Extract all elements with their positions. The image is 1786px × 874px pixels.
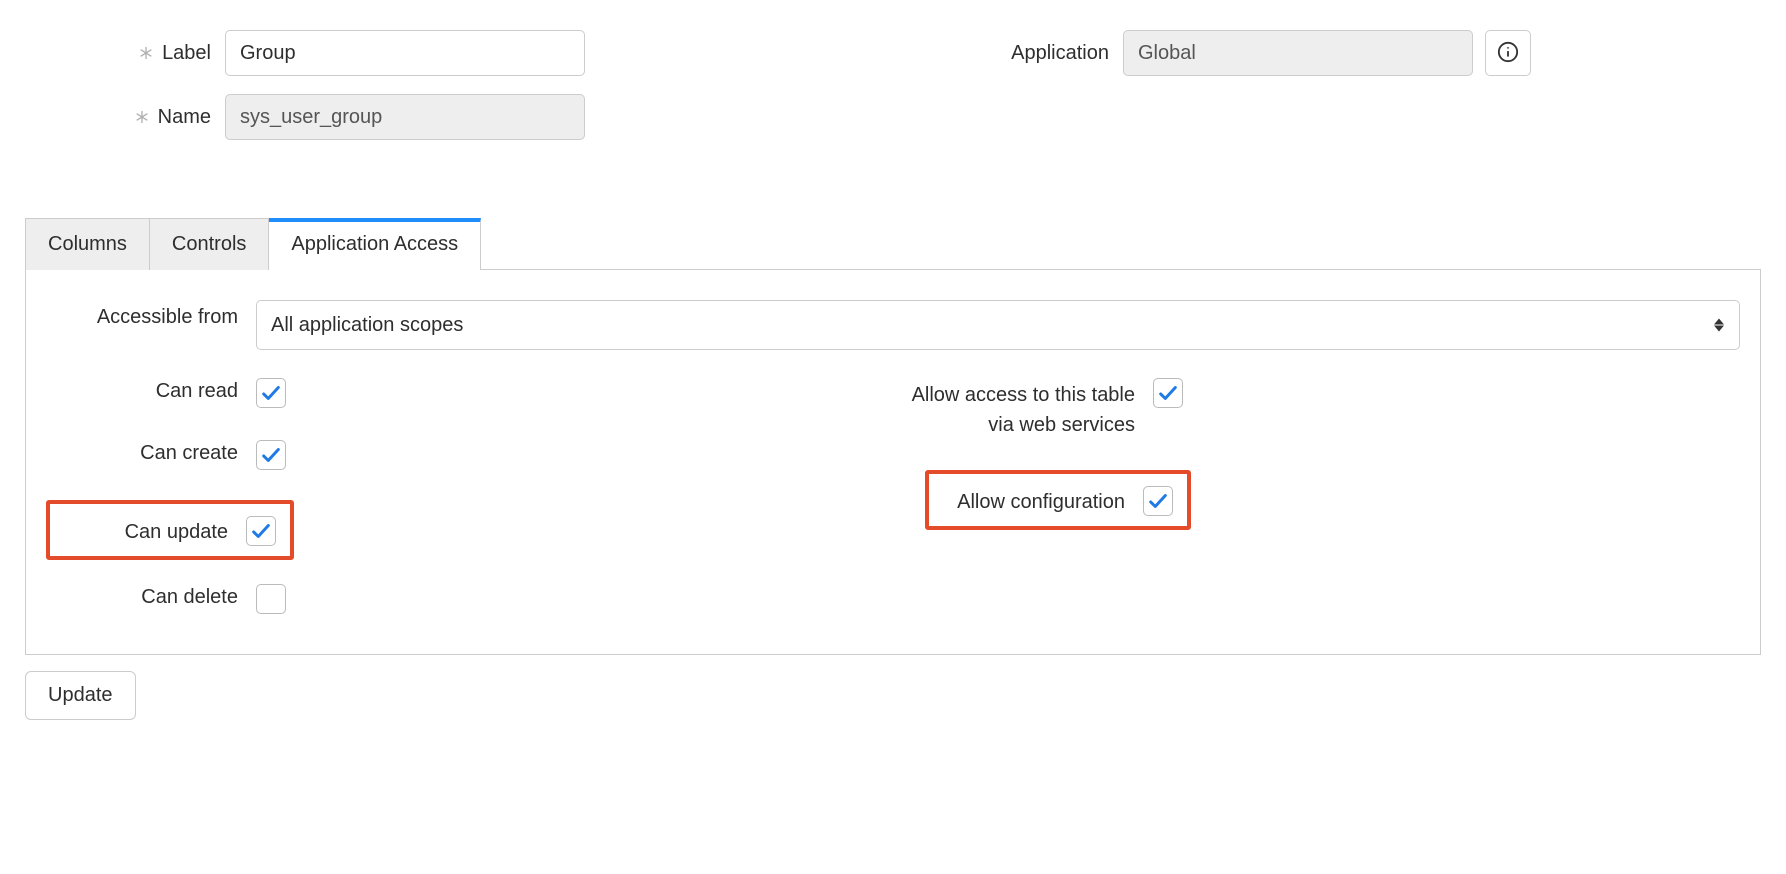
can-update-highlight: Can update <box>46 500 294 560</box>
name-field-label: Name <box>25 106 225 129</box>
tab-columns[interactable]: Columns <box>25 218 150 270</box>
info-button[interactable] <box>1485 30 1531 76</box>
allow-config-highlight: Allow configuration <box>925 470 1191 530</box>
tab-panel-application-access: Accessible from All application scopes C… <box>25 269 1761 655</box>
allow-web-label: Allow access to this table via web servi… <box>893 376 1153 440</box>
update-button[interactable]: Update <box>25 671 136 720</box>
name-input[interactable] <box>225 94 585 140</box>
label-field-text: Label <box>162 42 211 65</box>
check-icon <box>1147 490 1169 512</box>
application-field-label: Application <box>923 42 1123 65</box>
required-icon <box>138 45 154 61</box>
form-header: Label Name Application <box>25 30 1761 158</box>
tab-application-access[interactable]: Application Access <box>269 218 481 270</box>
info-icon <box>1497 41 1519 66</box>
tabs-bar: Columns Controls Application Access <box>25 218 1761 270</box>
can-update-checkbox[interactable] <box>246 516 276 546</box>
allow-config-checkbox[interactable] <box>1143 486 1173 516</box>
can-create-checkbox[interactable] <box>256 440 286 470</box>
required-icon <box>134 109 150 125</box>
can-read-label: Can read <box>46 376 256 403</box>
allow-web-checkbox[interactable] <box>1153 378 1183 408</box>
label-field-label: Label <box>25 42 225 65</box>
accessible-from-value: All application scopes <box>271 314 463 337</box>
check-icon <box>1157 382 1179 404</box>
can-delete-label: Can delete <box>46 582 256 609</box>
accessible-from-label: Accessible from <box>46 300 256 329</box>
name-field-text: Name <box>158 106 211 129</box>
allow-config-label: Allow configuration <box>933 487 1143 514</box>
check-icon <box>260 382 282 404</box>
can-create-label: Can create <box>46 438 256 465</box>
can-update-label: Can update <box>54 517 246 544</box>
can-read-checkbox[interactable] <box>256 378 286 408</box>
check-icon <box>250 520 272 542</box>
check-icon <box>260 444 282 466</box>
label-input[interactable] <box>225 30 585 76</box>
can-delete-checkbox[interactable] <box>256 584 286 614</box>
application-input[interactable] <box>1123 30 1473 76</box>
accessible-from-select[interactable]: All application scopes <box>256 300 1740 350</box>
tab-controls[interactable]: Controls <box>150 218 269 270</box>
application-field-text: Application <box>1011 42 1109 65</box>
